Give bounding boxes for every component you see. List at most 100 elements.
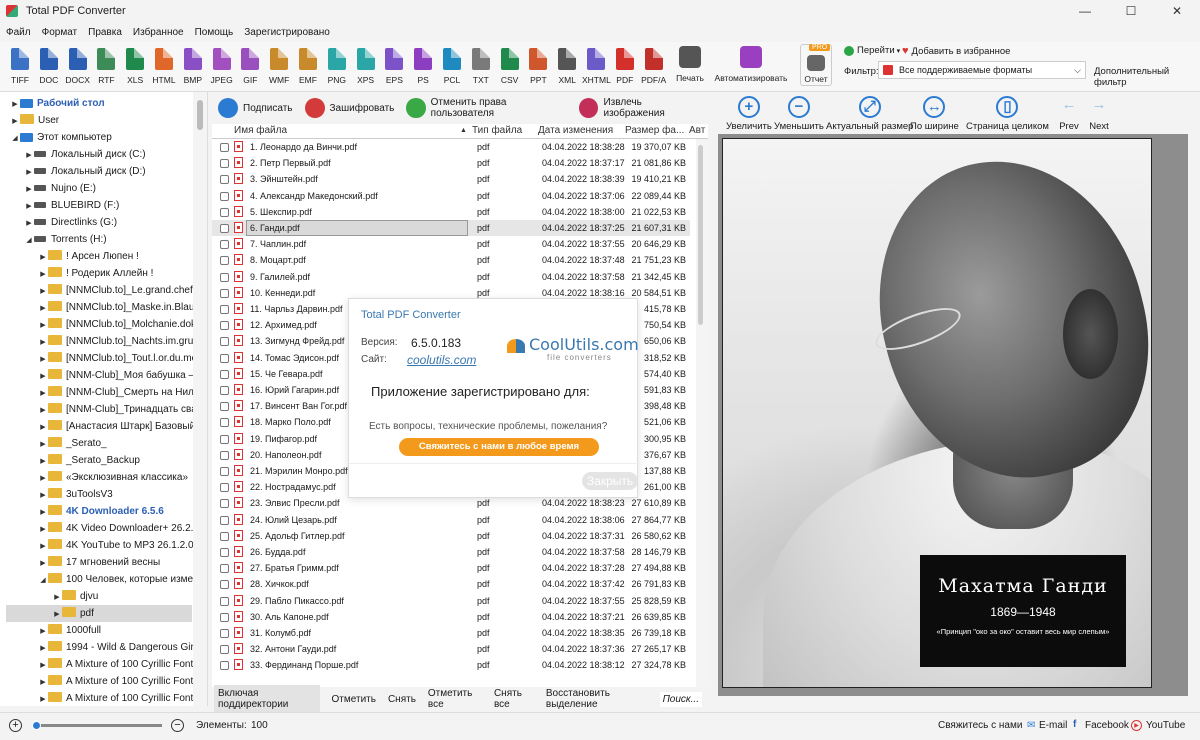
tree-item[interactable]: ▶ Nujno (E:) xyxy=(0,180,192,197)
table-row[interactable]: 26. Будда.pdf pdf 04.04.2022 18:37:58 28 14… xyxy=(212,544,690,560)
expand-arrow-icon[interactable]: ▶ xyxy=(38,470,48,487)
zoom-in-icon[interactable]: + xyxy=(9,719,22,732)
encrypt-button[interactable]: Зашифровать xyxy=(304,98,394,118)
row-checkbox[interactable] xyxy=(220,645,229,655)
table-row[interactable]: 28. Хичкок.pdf pdf 04.04.2022 18:37:42 26 7… xyxy=(212,576,690,592)
expand-arrow-icon[interactable]: ▶ xyxy=(52,606,62,623)
youtube-link[interactable]: YouTube xyxy=(1146,720,1185,731)
expand-arrow-icon[interactable]: ▶ xyxy=(38,385,48,402)
expand-arrow-icon[interactable]: ▶ xyxy=(24,181,34,198)
actual-size-button[interactable]: ⤢ Актуальный размер xyxy=(826,96,913,132)
tree-item[interactable]: ▶ 4K Downloader 6.5.6 xyxy=(0,503,192,520)
tree-item[interactable]: ▶ A Mixture of 100 Cyrillic Fonts xyxy=(0,673,198,690)
table-row[interactable]: 29. Пабло Пикассо.pdf pdf 04.04.2022 18:37… xyxy=(212,593,690,609)
expand-arrow-icon[interactable]: ▶ xyxy=(38,300,48,317)
tree-item[interactable]: ▶ [NNMClub.to]_Tout.l.or.du.mo xyxy=(0,350,197,368)
table-row[interactable]: 6. Ганди.pdf pdf 04.04.2022 18:37:25 21 607… xyxy=(212,220,690,237)
format-button-bmp[interactable]: BMP xyxy=(179,48,207,85)
row-checkbox[interactable] xyxy=(220,191,229,201)
format-button-xhtml[interactable]: XHTML xyxy=(582,48,611,85)
format-button-jpeg[interactable]: JPEG xyxy=(208,48,236,85)
goto-button[interactable]: Перейти ▾ xyxy=(844,45,900,56)
zoom-slider-knob[interactable] xyxy=(32,721,41,730)
row-checkbox[interactable] xyxy=(220,499,229,509)
expand-arrow-icon[interactable]: ▶ xyxy=(38,249,48,266)
print-button[interactable]: Печать xyxy=(675,46,705,83)
table-row[interactable]: 9. Галилей.pdf pdf 04.04.2022 18:37:58 21 3… xyxy=(212,269,690,285)
tree-item[interactable]: ▶ [NNM-Club]_Тринадцать свад xyxy=(0,401,203,418)
expand-arrow-icon[interactable]: ▶ xyxy=(24,164,34,181)
advanced-filter-link[interactable]: Дополнительный фильтр xyxy=(1094,66,1200,88)
format-button-pcl[interactable]: PCL xyxy=(438,48,466,85)
tree-item[interactable]: ▶ djvu xyxy=(0,588,192,605)
menu-help[interactable]: Помощь xyxy=(195,27,234,38)
expand-arrow-icon[interactable]: ▶ xyxy=(38,351,48,368)
expand-arrow-icon[interactable]: ▶ xyxy=(38,436,48,453)
tree-item[interactable]: ▶ 1000full xyxy=(0,622,192,639)
maximize-button[interactable]: ☐ xyxy=(1108,0,1154,22)
row-checkbox[interactable] xyxy=(220,224,229,233)
format-button-pdf[interactable]: PDF xyxy=(611,48,639,85)
zoom-slider[interactable] xyxy=(34,724,162,727)
row-checkbox[interactable] xyxy=(220,434,229,444)
table-row[interactable]: 4. Александр Македонский.pdf pdf 04.04.202… xyxy=(212,188,690,204)
row-checkbox[interactable] xyxy=(220,288,229,298)
format-button-csv[interactable]: CSV xyxy=(496,48,524,85)
table-row[interactable]: 7. Чаплин.pdf pdf 04.04.2022 18:37:55 20 64… xyxy=(212,236,690,252)
format-button-tiff[interactable]: TIFF xyxy=(6,48,34,85)
expand-arrow-icon[interactable]: ▶ xyxy=(38,283,48,300)
expand-arrow-icon[interactable]: ▶ xyxy=(38,538,48,555)
col-type[interactable]: Тип файла xyxy=(472,125,522,136)
expand-arrow-icon[interactable]: ▶ xyxy=(38,691,48,706)
expand-arrow-icon[interactable]: ▶ xyxy=(38,334,48,351)
tree-item[interactable]: ◢ Этот компьютер xyxy=(0,129,192,146)
tree-item[interactable]: ▶ [NNMClub.to]_Le.grand.chef.1 xyxy=(0,282,201,300)
extract-images-button[interactable]: Извлечь изображения xyxy=(579,97,702,119)
contact-link[interactable]: Свяжитесь с нами xyxy=(938,720,1022,731)
format-button-eps[interactable]: EPS xyxy=(380,48,408,85)
expand-arrow-icon[interactable]: ▶ xyxy=(52,589,62,606)
pdf-preview[interactable]: Махатма Ганди 1869—1948 «Принцип "око за… xyxy=(718,134,1188,696)
expand-arrow-icon[interactable]: ▶ xyxy=(38,419,48,436)
tree-item[interactable]: ▶ 1994 - Wild & Dangerous Girl xyxy=(0,639,196,657)
tree-item[interactable]: ▶ ! Арсен Люпен ! xyxy=(0,248,192,265)
tree-item[interactable]: ▶ ! Родерик Аллейн ! xyxy=(0,265,192,282)
zoom-in-button[interactable]: + Увеличить xyxy=(726,96,772,132)
tree-item[interactable]: ▶ 4K Video Downloader+ 26.2.0 xyxy=(0,520,199,537)
facebook-link[interactable]: Facebook xyxy=(1085,720,1129,731)
report-button[interactable]: PRO Отчет xyxy=(800,44,832,86)
tree-item[interactable]: ▶ [NNM-Club]_Моя бабушка – А xyxy=(0,367,204,384)
sign-button[interactable]: Подписать xyxy=(218,98,293,118)
about-close-button[interactable]: Закрыть xyxy=(582,472,638,490)
row-checkbox[interactable] xyxy=(220,467,229,476)
expand-arrow-icon[interactable]: ▶ xyxy=(38,487,48,504)
expand-arrow-icon[interactable]: ▶ xyxy=(38,640,48,657)
automate-button[interactable]: Автоматизировать xyxy=(714,46,788,83)
format-button-html[interactable]: HTML xyxy=(150,48,178,85)
restore-selection-button[interactable]: Восстановить выделение xyxy=(546,688,648,710)
expand-arrow-icon[interactable]: ▶ xyxy=(38,555,48,572)
tree-item[interactable]: ▶ Локальный диск (D:) xyxy=(0,163,192,180)
table-row[interactable]: 5. Шекспир.pdf pdf 04.04.2022 18:38:00 21 0… xyxy=(212,204,690,220)
tree-item[interactable]: ▶ A Mixture of 100 Cyrillic Fonts xyxy=(0,690,198,706)
row-checkbox[interactable] xyxy=(220,369,229,379)
format-button-ps[interactable]: PS xyxy=(409,48,437,85)
row-checkbox[interactable] xyxy=(220,305,229,314)
format-button-wmf[interactable]: WMF xyxy=(265,48,293,85)
tree-item[interactable]: ▶ [NNMClub.to]_Maske.in.Blau.1 xyxy=(0,299,203,317)
unmark-button[interactable]: Снять xyxy=(388,694,416,705)
expand-arrow-icon[interactable]: ▶ xyxy=(38,266,48,283)
tree-item[interactable]: ▶ «Эксклюзивная классика» xyxy=(0,469,192,486)
zoom-out-button[interactable]: − Уменьшить xyxy=(774,96,824,132)
tree-scrollbar[interactable] xyxy=(193,92,207,706)
expand-arrow-icon[interactable]: ▶ xyxy=(38,623,48,640)
format-button-docx[interactable]: DOCX xyxy=(64,48,92,85)
row-checkbox[interactable] xyxy=(220,548,229,557)
table-row[interactable]: 33. Фердинанд Порше.pdf pdf 04.04.2022 18:… xyxy=(212,657,690,673)
row-checkbox[interactable] xyxy=(220,515,229,525)
col-author[interactable]: Авт xyxy=(689,125,705,136)
row-checkbox[interactable] xyxy=(220,175,229,185)
table-row[interactable]: 3. Эйнштейн.pdf pdf 04.04.2022 18:38:39 19 … xyxy=(212,171,690,187)
expand-arrow-icon[interactable]: ▶ xyxy=(38,657,48,674)
tree-item[interactable]: ▶ BLUEBIRD (F:) xyxy=(0,197,192,214)
